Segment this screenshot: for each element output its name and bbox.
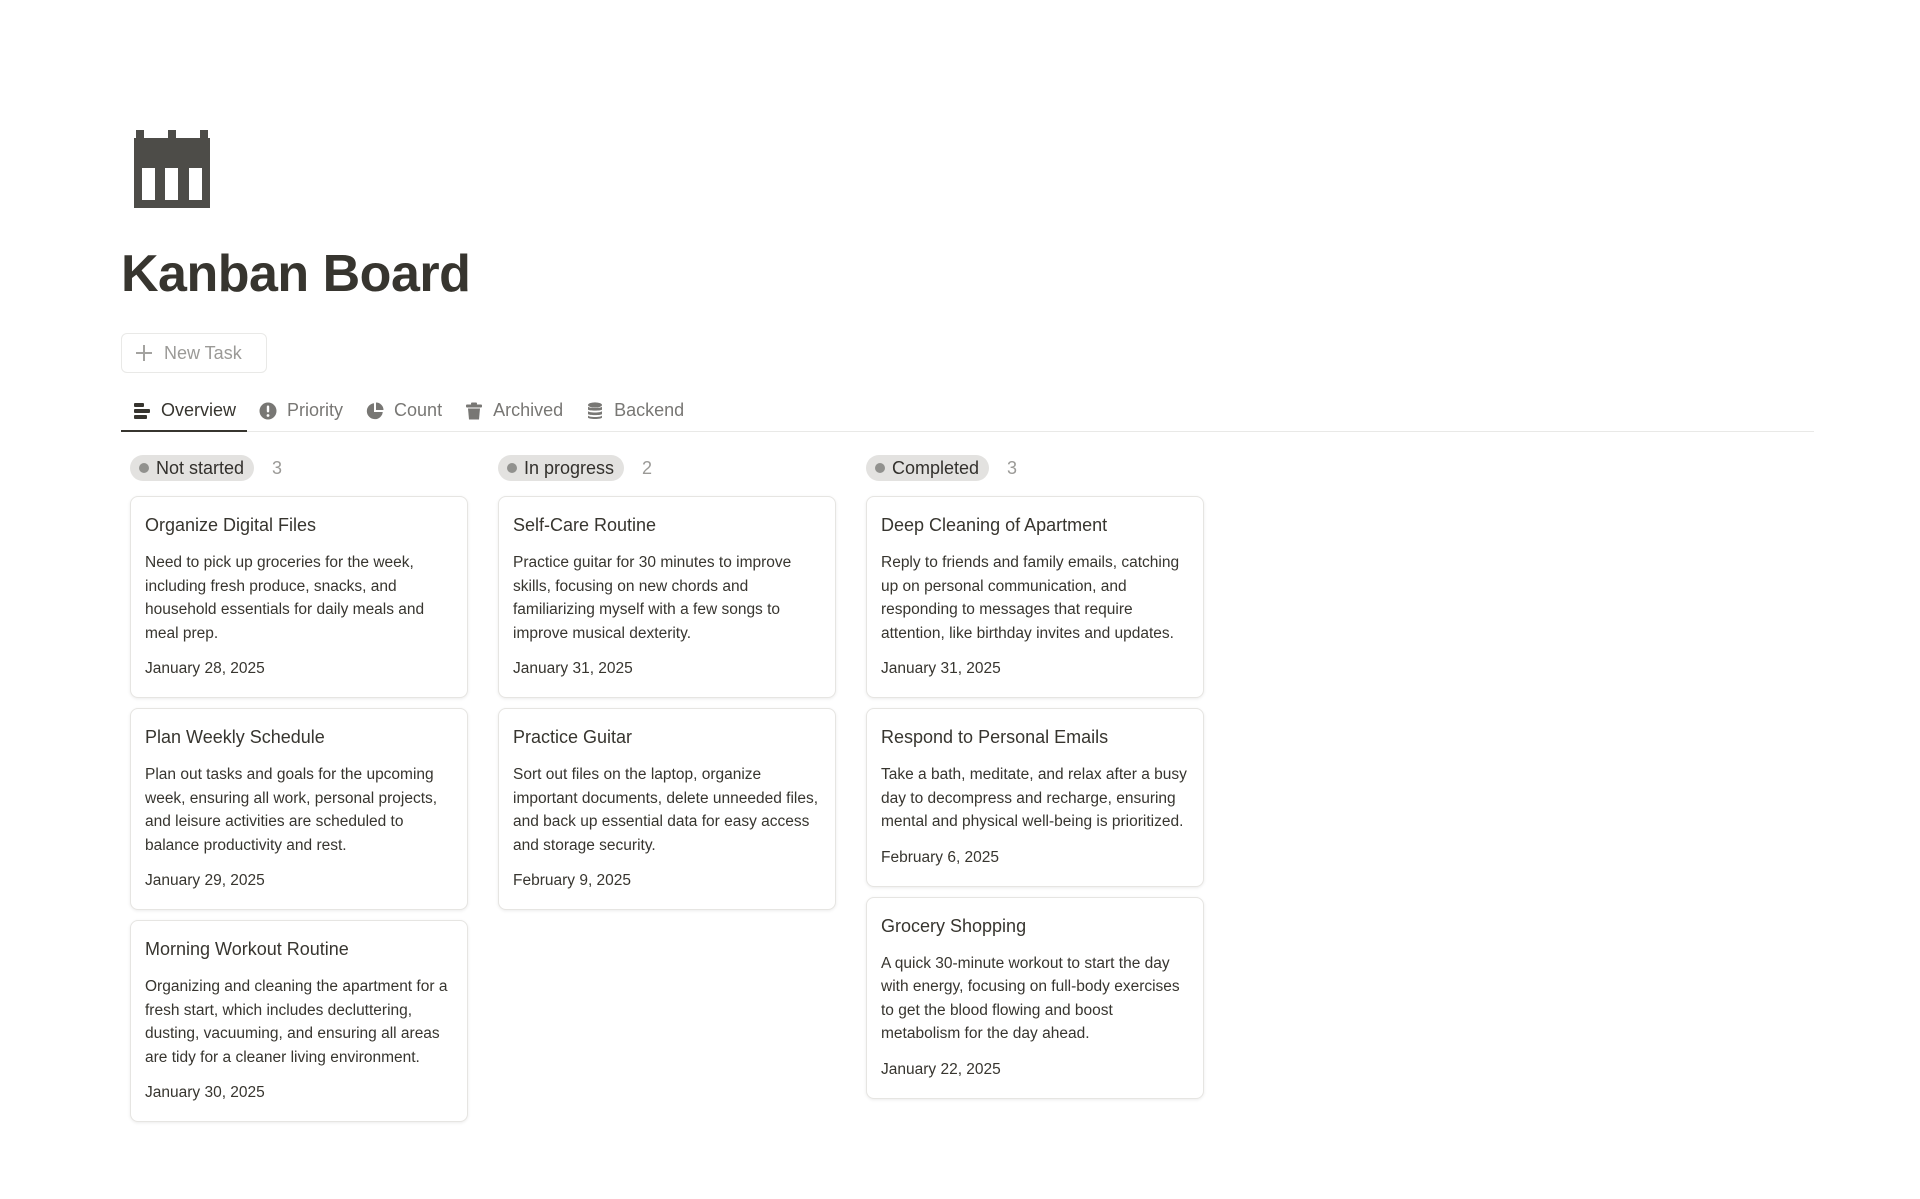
card-description: Plan out tasks and goals for the upcomin… bbox=[145, 766, 438, 854]
card-title: Grocery Shopping bbox=[881, 915, 1027, 936]
card-title: Practice Guitar bbox=[513, 727, 633, 747]
task-card[interactable]: Morning Workout Routine Organizing and c… bbox=[130, 920, 468, 1122]
card-date: February 9, 2025 bbox=[513, 872, 632, 889]
task-card[interactable]: Grocery Shopping A quick 30-minute worko… bbox=[866, 896, 1204, 1099]
tab-label: Count bbox=[394, 400, 443, 420]
tab-overview[interactable]: Overview bbox=[121, 390, 248, 432]
page-title: Kanban Board bbox=[121, 245, 471, 303]
column-completed: Completed 3 Deep Cleaning of Apartment R… bbox=[866, 454, 1204, 1132]
card-date: January 28, 2025 bbox=[145, 660, 265, 677]
card-date: January 31, 2025 bbox=[513, 660, 633, 677]
column-header: Completed 3 bbox=[866, 454, 1204, 482]
card-date: January 29, 2025 bbox=[145, 872, 265, 889]
tab-priority[interactable]: Priority bbox=[247, 390, 354, 431]
card-date: January 31, 2025 bbox=[881, 660, 1001, 677]
column-header: In progress 2 bbox=[498, 454, 836, 482]
column-count: 3 bbox=[272, 457, 283, 478]
column-count: 2 bbox=[642, 457, 653, 478]
plus-icon bbox=[134, 343, 154, 363]
tab-backend[interactable]: Backend bbox=[574, 390, 695, 431]
column-in-progress: In progress 2 Self-Care Routine Practice… bbox=[498, 454, 836, 1132]
card-description: Need to pick up groceries for the week, … bbox=[145, 554, 425, 642]
tab-label: Backend bbox=[614, 400, 685, 420]
tab-count[interactable]: Count bbox=[354, 390, 453, 431]
status-badge[interactable]: Completed bbox=[866, 455, 990, 481]
new-task-button[interactable]: New Task bbox=[121, 333, 267, 373]
card-description: Reply to friends and family emails, catc… bbox=[881, 554, 1180, 642]
card-date: January 22, 2025 bbox=[881, 1060, 1001, 1078]
card-title: Plan Weekly Schedule bbox=[145, 727, 325, 747]
card-description: A quick 30-minute workout to start the d… bbox=[881, 954, 1180, 1043]
tab-label: Overview bbox=[161, 400, 237, 420]
card-date: February 6, 2025 bbox=[881, 848, 1000, 866]
card-description: Practice guitar for 30 minutes to improv… bbox=[513, 554, 792, 642]
status-dot-icon bbox=[139, 463, 149, 473]
column-count: 3 bbox=[1007, 457, 1018, 478]
column-not-started: Not started 3 Organize Digital Files Nee… bbox=[130, 454, 468, 1132]
alert-circle-icon bbox=[258, 401, 278, 421]
status-dot-icon bbox=[507, 463, 517, 473]
status-badge[interactable]: In progress bbox=[498, 455, 625, 481]
status-dot-icon bbox=[875, 463, 885, 473]
status-label: Not started bbox=[156, 457, 245, 478]
status-label: In progress bbox=[524, 457, 615, 478]
card-title: Self-Care Routine bbox=[513, 515, 657, 535]
card-title: Deep Cleaning of Apartment bbox=[881, 515, 1108, 535]
database-icon bbox=[585, 401, 605, 421]
card-date: January 30, 2025 bbox=[145, 1084, 265, 1101]
card-description: Sort out files on the laptop, organize i… bbox=[513, 766, 819, 854]
status-label: Completed bbox=[892, 457, 980, 478]
task-card[interactable]: Practice Guitar Sort out files on the la… bbox=[498, 708, 836, 910]
trash-icon bbox=[464, 401, 484, 421]
card-title: Respond to Personal Emails bbox=[881, 727, 1109, 747]
task-card[interactable]: Respond to Personal Emails Take a bath, … bbox=[866, 708, 1204, 887]
task-card[interactable]: Self-Care Routine Practice guitar for 30… bbox=[498, 496, 836, 698]
calendar-icon[interactable] bbox=[132, 130, 212, 210]
status-badge[interactable]: Not started bbox=[130, 455, 255, 481]
list-layout-icon bbox=[132, 401, 152, 421]
column-header: Not started 3 bbox=[130, 454, 468, 482]
view-tabs: Overview Priority Count Archived Backend bbox=[121, 390, 1814, 432]
task-card[interactable]: Deep Cleaning of Apartment Reply to frie… bbox=[866, 496, 1204, 698]
task-card[interactable]: Organize Digital Files Need to pick up g… bbox=[130, 496, 468, 698]
card-title: Morning Workout Routine bbox=[145, 939, 349, 959]
pie-chart-icon bbox=[365, 401, 385, 421]
tab-label: Archived bbox=[493, 400, 564, 420]
kanban-board: Not started 3 Organize Digital Files Nee… bbox=[130, 454, 1204, 1132]
tab-archived[interactable]: Archived bbox=[453, 390, 574, 431]
tab-label: Priority bbox=[287, 400, 344, 420]
card-description: Organizing and cleaning the apartment fo… bbox=[145, 978, 448, 1066]
new-task-label: New Task bbox=[164, 342, 242, 363]
card-title: Organize Digital Files bbox=[145, 515, 317, 535]
task-card[interactable]: Plan Weekly Schedule Plan out tasks and … bbox=[130, 708, 468, 910]
card-description: Take a bath, meditate, and relax after a… bbox=[881, 766, 1187, 830]
